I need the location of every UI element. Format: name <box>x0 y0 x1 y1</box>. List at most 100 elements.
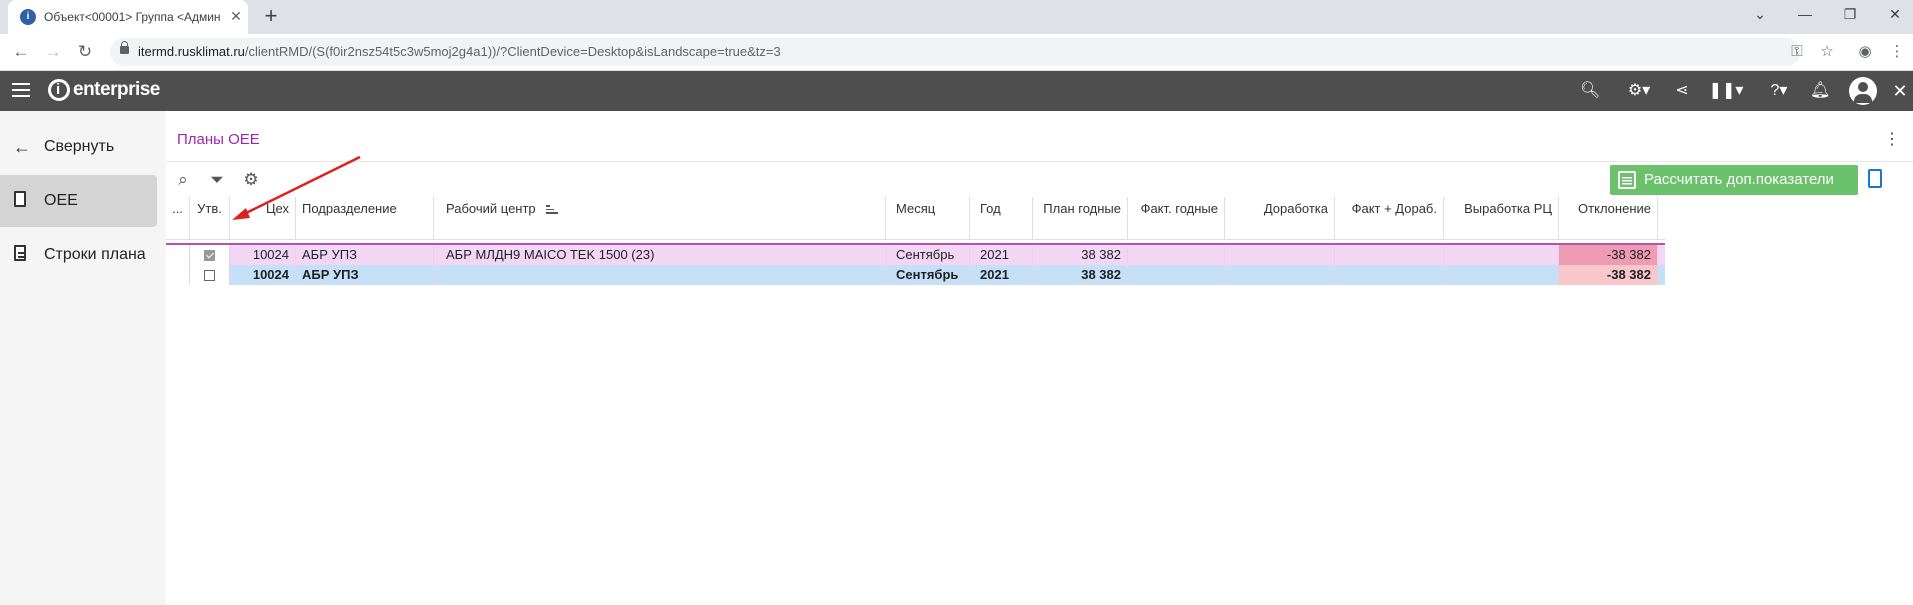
app-close-icon[interactable]: ✕ <box>1890 81 1910 101</box>
month-cell: Сентябрь <box>886 265 970 285</box>
notifications-bell-icon[interactable]: 🔔︎ <box>1810 81 1830 101</box>
tab-search-icon[interactable]: ⌄ <box>1748 6 1772 26</box>
workshop-cell: 10024 <box>230 265 296 285</box>
new-tab-icon[interactable]: + <box>260 5 282 28</box>
more-options-icon[interactable]: ⋮ <box>1884 131 1900 151</box>
column-header-more[interactable]: ... <box>166 197 190 221</box>
column-header-output[interactable]: Выработка РЦ <box>1444 197 1559 221</box>
deviation-cell: -38 382 <box>1559 245 1658 265</box>
filter-row <box>166 221 1665 240</box>
column-header-workcenter-label: Рабочий центр <box>446 201 536 216</box>
window-close-icon[interactable]: ✕ <box>1883 6 1907 26</box>
filter-cell[interactable] <box>1033 221 1128 239</box>
help-dropdown-icon[interactable]: ?▾ <box>1760 81 1798 101</box>
settings-icon[interactable]: ⚙ <box>240 169 262 191</box>
sort-icon[interactable] <box>545 203 558 216</box>
table-row[interactable]: 10024 АБР УПЗ АБР МЛДН9 МАICO TEK 1500 (… <box>166 243 1665 265</box>
approved-checkbox[interactable] <box>204 250 215 262</box>
url-text: itermd.rusklimat.ru/clientRMD/(S(f0ir2ns… <box>138 44 781 59</box>
restore-icon[interactable]: ❐ <box>1838 6 1862 26</box>
filter-cell[interactable] <box>190 221 230 239</box>
tab-close-icon[interactable]: ✕ <box>228 8 244 24</box>
url-path: /clientRMD/(S(f0ir2nsz54t5c3w5moj2g4a1))… <box>244 44 781 59</box>
star-icon[interactable]: ☆ <box>1816 42 1838 62</box>
filter-cell[interactable] <box>230 221 296 239</box>
profile-icon[interactable]: ◉ <box>1854 42 1876 62</box>
column-header-fact-good[interactable]: Факт. годные <box>1128 197 1225 221</box>
calculate-metrics-button[interactable]: Рассчитать доп.показатели <box>1610 165 1858 195</box>
sidebar-item-oee[interactable]: OEE <box>0 175 157 227</box>
approved-checkbox[interactable] <box>204 270 215 282</box>
sidebar: ← Свернуть OEE Строки плана <box>0 111 166 605</box>
calculate-metrics-label: Рассчитать доп.показатели <box>1644 171 1834 188</box>
plan-good-cell: 38 382 <box>1033 245 1128 265</box>
year-cell: 2021 <box>970 245 1033 265</box>
filter-cell[interactable] <box>166 221 190 239</box>
deviation-cell: -38 382 <box>1559 265 1658 285</box>
browser-tabstrip: i Объект<00001> Группа <Администраторы> … <box>0 0 1913 34</box>
user-avatar-icon[interactable] <box>1849 77 1877 105</box>
tab-title: Объект<00001> Группа <Администраторы> <box>44 10 220 24</box>
column-header-year[interactable]: Год <box>970 197 1033 221</box>
column-header-fact-plus-rework[interactable]: Факт + Дораб. <box>1335 197 1444 221</box>
pause-dropdown-icon[interactable]: ❚❚▾ <box>1708 81 1744 101</box>
key-icon[interactable]: ⚿ <box>1786 42 1808 62</box>
column-header-deviation[interactable]: Отклонение <box>1559 197 1658 221</box>
column-header-approved[interactable]: Утв. <box>190 197 230 221</box>
plan-good-cell: 38 382 <box>1033 265 1128 285</box>
sidebar-item-label: Свернуть <box>44 138 115 155</box>
back-icon[interactable]: ← <box>11 42 31 62</box>
logo-mark-icon <box>48 79 70 101</box>
column-header-workshop[interactable]: Цех <box>230 197 296 221</box>
sidebar-item-collapse[interactable]: ← Свернуть <box>0 121 157 173</box>
share-icon[interactable]: ⋖ <box>1672 81 1692 101</box>
rework-cell <box>1225 265 1335 285</box>
table-row-total[interactable]: 10024 АБР УПЗ Сентябрь 2021 38 382 -38 3… <box>166 265 1665 285</box>
lock-icon <box>120 41 129 54</box>
browser-tab[interactable]: i Объект<00001> Группа <Администраторы> … <box>8 0 248 34</box>
output-cell <box>1444 245 1559 265</box>
column-header-rework[interactable]: Доработка <box>1225 197 1335 221</box>
forward-icon[interactable]: → <box>43 42 63 62</box>
hamburger-menu-icon[interactable] <box>12 83 30 97</box>
arrow-left-icon: ← <box>13 137 31 157</box>
filter-cell[interactable] <box>1225 221 1335 239</box>
filter-cell[interactable] <box>970 221 1033 239</box>
filter-cell[interactable] <box>1128 221 1225 239</box>
workcenter-cell: АБР МЛДН9 МАICO TEK 1500 (23) <box>434 245 886 265</box>
sidebar-item-label: OEE <box>44 192 78 209</box>
filter-cell[interactable] <box>1335 221 1444 239</box>
filter-cell[interactable] <box>886 221 970 239</box>
division-cell: АБР УПЗ <box>296 245 434 265</box>
row-marker <box>166 265 190 285</box>
fact-good-cell <box>1128 245 1225 265</box>
url-domain: itermd.rusklimat.ru <box>138 44 245 59</box>
reload-icon[interactable]: ↻ <box>75 42 95 62</box>
divider <box>166 161 1913 162</box>
filter-cell[interactable] <box>1444 221 1559 239</box>
export-document-icon[interactable] <box>1868 169 1882 188</box>
column-header-workcenter[interactable]: Рабочий центр <box>434 197 886 221</box>
url-field[interactable]: itermd.rusklimat.ru/clientRMD/(S(f0ir2ns… <box>110 38 1800 66</box>
column-header-month[interactable]: Месяц <box>886 197 970 221</box>
column-header-plan-good[interactable]: План годные <box>1033 197 1128 221</box>
division-cell: АБР УПЗ <box>296 265 434 285</box>
filter-cell[interactable] <box>296 221 434 239</box>
fact-good-cell <box>1128 265 1225 285</box>
sidebar-item-label: Строки плана <box>44 246 146 263</box>
search-icon[interactable]: ⌕ <box>172 169 194 191</box>
row-marker <box>166 245 190 265</box>
browser-menu-icon[interactable]: ⋮ <box>1886 42 1908 62</box>
fact-plus-rework-cell <box>1335 265 1444 285</box>
settings-dropdown-icon[interactable]: ⚙▾ <box>1620 81 1658 101</box>
sidebar-item-plan-lines[interactable]: Строки плана <box>0 229 157 281</box>
minimize-icon[interactable]: — <box>1793 6 1817 26</box>
column-header-division[interactable]: Подразделение <box>296 197 434 221</box>
filter-cell[interactable] <box>434 221 886 239</box>
search-icon[interactable]: 🔍︎ <box>1580 81 1600 101</box>
rework-cell <box>1225 245 1335 265</box>
table-header: ... Утв. Цех Подразделение Рабочий центр… <box>166 197 1665 221</box>
filter-icon[interactable]: ⏷ <box>206 169 228 191</box>
workcenter-cell <box>434 265 886 285</box>
filter-cell[interactable] <box>1559 221 1658 239</box>
